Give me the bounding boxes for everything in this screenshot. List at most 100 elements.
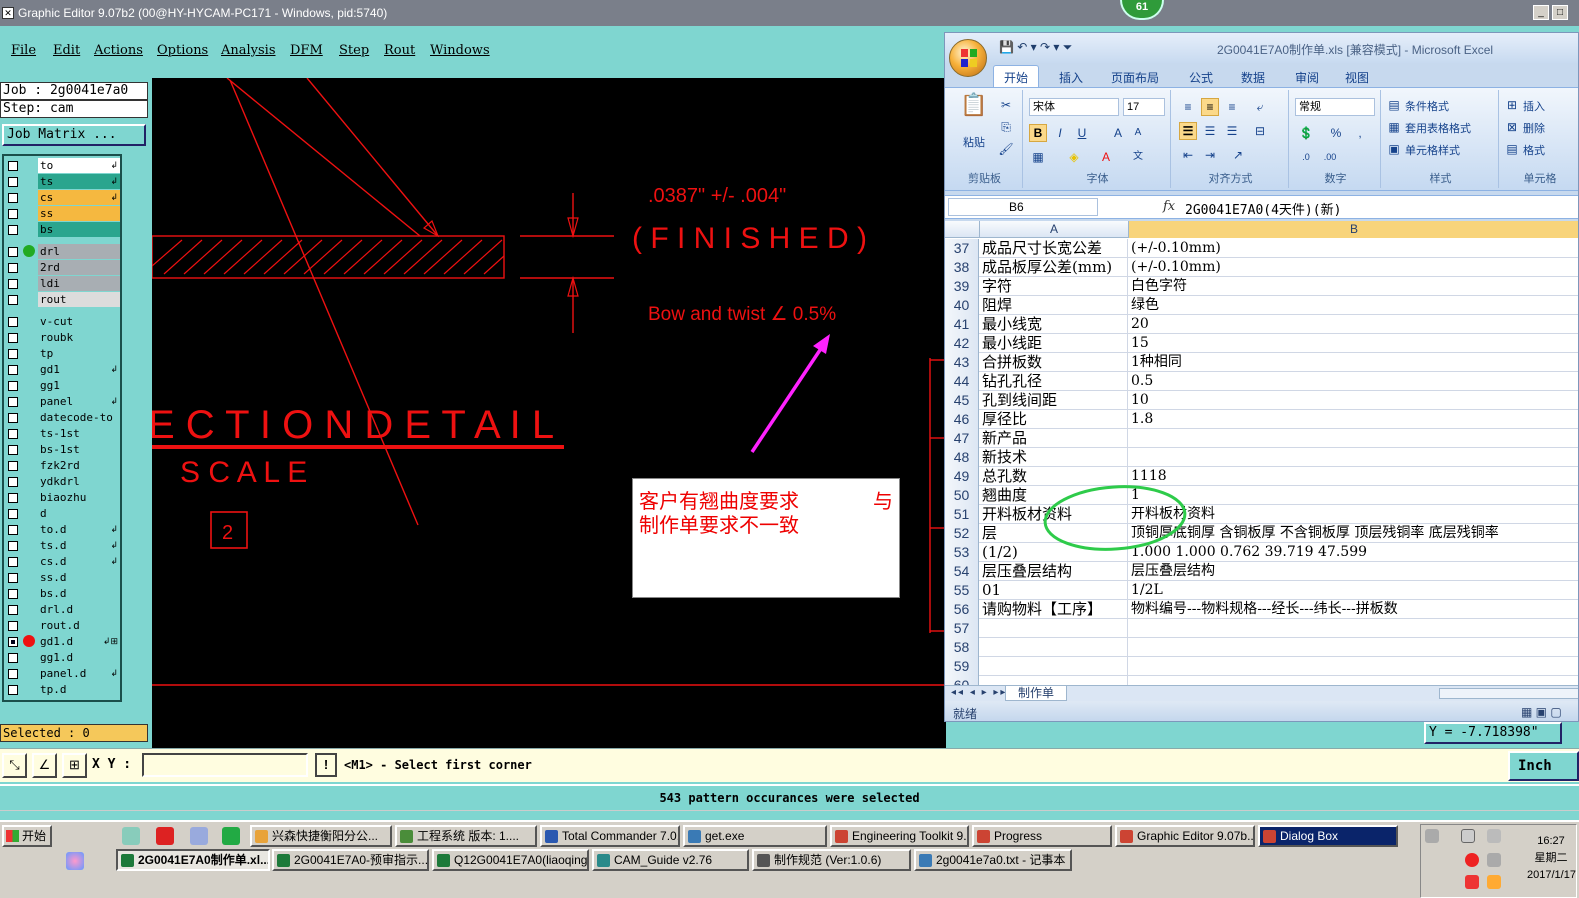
cell-a[interactable] xyxy=(980,676,1128,685)
layer-checkbox[interactable] xyxy=(8,477,18,487)
taskbar-button[interactable]: 兴森快捷衡阳分公... xyxy=(250,825,392,847)
menu-windows[interactable]: Windows xyxy=(430,43,490,58)
cell-a[interactable] xyxy=(980,619,1128,638)
cell-b[interactable]: 1.8 xyxy=(1129,410,1578,429)
cell-a[interactable]: 最小线宽 xyxy=(980,315,1128,334)
layer-name[interactable]: bs xyxy=(38,222,120,237)
row-header[interactable]: 54 xyxy=(945,562,979,581)
xy-input[interactable] xyxy=(142,753,308,777)
layer-row[interactable]: fzk2rd xyxy=(4,458,120,473)
row-header[interactable]: 48 xyxy=(945,448,979,467)
paste-button[interactable]: 粘贴 xyxy=(963,134,985,150)
underline-button[interactable]: U xyxy=(1073,124,1091,142)
cell-a[interactable]: 成品板厚公差(mm) xyxy=(980,258,1128,277)
taskbar-button[interactable]: CAM_Guide v2.76 xyxy=(592,849,749,871)
layer-name[interactable]: ydkdrl xyxy=(38,474,120,489)
tray-alert-icon[interactable] xyxy=(1465,875,1479,889)
cell-b[interactable] xyxy=(1129,676,1578,685)
layer-checkbox[interactable] xyxy=(8,317,18,327)
layer-name[interactable]: v-cut xyxy=(38,314,120,329)
quicklaunch-desktop-icon[interactable] xyxy=(122,827,140,845)
cell-b[interactable]: 15 xyxy=(1129,334,1578,353)
row-header[interactable]: 52 xyxy=(945,524,979,543)
cell-a[interactable] xyxy=(980,638,1128,657)
row-header[interactable]: 43 xyxy=(945,353,979,372)
layer-row[interactable]: tp xyxy=(4,346,120,361)
fill-color-icon[interactable]: ◈ xyxy=(1065,148,1083,166)
row-header[interactable]: 51 xyxy=(945,505,979,524)
layer-checkbox[interactable] xyxy=(8,589,18,599)
layer-row[interactable]: panel.d ↲ xyxy=(4,666,120,681)
cell-b[interactable] xyxy=(1129,638,1578,657)
increase-decimal-icon[interactable]: .0 xyxy=(1297,148,1315,166)
view-buttons[interactable]: ▦ ▣ ▢ xyxy=(1521,705,1562,719)
layer-checkbox[interactable] xyxy=(8,295,18,305)
tray-network-icon[interactable] xyxy=(1425,829,1439,843)
layer-checkbox[interactable] xyxy=(8,509,18,519)
cell-a[interactable]: 孔到线间距 xyxy=(980,391,1128,410)
layer-name[interactable]: to.d xyxy=(38,522,120,537)
copy-icon[interactable]: ⎘ xyxy=(997,118,1015,136)
cell-b[interactable]: 1.000 1.000 0.762 39.719 47.599 xyxy=(1129,543,1578,562)
taskbar-button[interactable]: Graphic Editor 9.07b... xyxy=(1115,825,1255,847)
quicklaunch-pdf-icon[interactable] xyxy=(156,827,174,845)
conditional-format-button[interactable]: 条件格式 xyxy=(1405,98,1449,114)
layer-checkbox[interactable] xyxy=(8,349,18,359)
layer-name[interactable]: bs-1st xyxy=(38,442,120,457)
tray-ime-icon[interactable] xyxy=(1487,875,1501,889)
layer-checkbox[interactable] xyxy=(8,429,18,439)
layer-checkbox[interactable] xyxy=(8,621,18,631)
layer-row[interactable]: bs-1st xyxy=(4,442,120,457)
layer-name[interactable]: ts.d xyxy=(38,538,120,553)
menu-step[interactable]: Step xyxy=(339,43,369,58)
taskbar-button[interactable]: Progress xyxy=(972,825,1112,847)
layer-row[interactable]: roubk xyxy=(4,330,120,345)
insert-button[interactable]: 插入 xyxy=(1523,98,1545,114)
cell-styles-button[interactable]: 单元格样式 xyxy=(1405,142,1460,158)
layer-name[interactable]: ts xyxy=(38,174,120,189)
taskbar-button[interactable]: 2G0041E7A0制作单.xl... xyxy=(116,849,270,871)
taskbar-button[interactable]: Dialog Box xyxy=(1258,825,1398,847)
row-header[interactable]: 44 xyxy=(945,372,979,391)
layer-name[interactable]: biaozhu xyxy=(38,490,120,505)
delete-button[interactable]: 删除 xyxy=(1523,120,1545,136)
menu-edit[interactable]: Edit xyxy=(53,43,80,58)
percent-icon[interactable]: % xyxy=(1327,124,1345,142)
cell-b[interactable] xyxy=(1129,619,1578,638)
layer-checkbox[interactable] xyxy=(8,247,18,257)
menu-rout[interactable]: Rout xyxy=(384,43,415,58)
cell-a[interactable]: 新产品 xyxy=(980,429,1128,448)
cell-a[interactable]: 层压叠层结构 xyxy=(980,562,1128,581)
layer-row[interactable]: gd1.d ↲⊞ xyxy=(4,634,120,649)
layer-row[interactable]: drl xyxy=(4,244,120,259)
layer-row[interactable]: cs.d ↲ xyxy=(4,554,120,569)
start-button[interactable]: 开始 xyxy=(2,825,52,847)
layer-row[interactable]: 2rd xyxy=(4,260,120,275)
measure-icon[interactable]: ∠ xyxy=(32,753,57,778)
layer-checkbox[interactable] xyxy=(8,279,18,289)
layer-row[interactable]: gg1 xyxy=(4,378,120,393)
cell-a[interactable]: 01 xyxy=(980,581,1128,600)
merge-center-icon[interactable]: ⊟ xyxy=(1251,122,1269,140)
tray-volume-icon[interactable] xyxy=(1487,853,1501,867)
row-header[interactable]: 55 xyxy=(945,581,979,600)
layer-name[interactable]: tp xyxy=(38,346,120,361)
row-header[interactable]: 42 xyxy=(945,334,979,353)
comma-icon[interactable]: , xyxy=(1351,124,1369,142)
layer-checkbox[interactable] xyxy=(8,541,18,551)
shrink-font-icon[interactable]: A xyxy=(1129,124,1147,142)
layer-checkbox[interactable] xyxy=(8,365,18,375)
zoom-window-icon[interactable]: ⤡ xyxy=(2,753,27,778)
cell-b[interactable]: 开料板材资料 xyxy=(1129,505,1578,524)
cell-a[interactable]: 开料板材资料 xyxy=(980,505,1128,524)
cell-b[interactable]: 1 xyxy=(1129,486,1578,505)
menu-dfm[interactable]: DFM xyxy=(290,43,323,58)
layer-checkbox[interactable] xyxy=(8,209,18,219)
align-center-icon[interactable]: ☰ xyxy=(1201,122,1219,140)
decrease-decimal-icon[interactable]: .00 xyxy=(1321,148,1339,166)
row-header[interactable]: 50 xyxy=(945,486,979,505)
taskbar-button[interactable]: 制作规范 (Ver:1.0.6) xyxy=(752,849,911,871)
layer-name[interactable]: cs xyxy=(38,190,120,205)
taskbar-button[interactable]: 2G0041E7A0-预审指示.... xyxy=(272,849,429,871)
layer-name[interactable]: 2rd xyxy=(38,260,120,275)
